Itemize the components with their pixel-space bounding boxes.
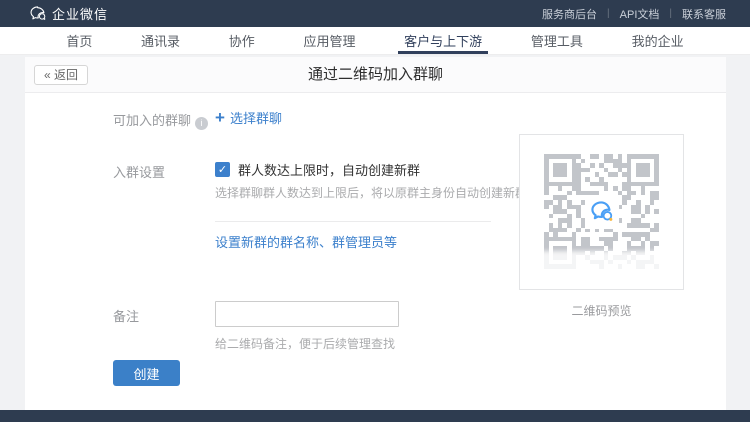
choose-group-label: 选择群聊	[230, 108, 282, 127]
qr-preview-box	[519, 134, 684, 290]
tab-contacts[interactable]: 通讯录	[139, 27, 182, 54]
page-title: 通过二维码加入群聊	[25, 57, 726, 93]
footer-bar	[0, 410, 750, 422]
new-group-settings-link[interactable]: 设置新群的群名称、群管理员等	[215, 232, 397, 251]
topbar-links: 服务商后台 | API文档 | 联系客服	[532, 6, 736, 22]
remark-input[interactable]	[215, 301, 399, 327]
provider-backend-link[interactable]: 服务商后台	[532, 6, 607, 22]
info-icon[interactable]: i	[195, 117, 208, 130]
joinable-group-label: 可加入的群聊i	[113, 110, 208, 130]
qr-center-logo	[585, 195, 619, 229]
tab-my-company[interactable]: 我的企业	[630, 27, 686, 54]
qr-blurred-text	[538, 251, 669, 275]
wechat-work-bubble-icon	[30, 6, 46, 21]
auto-create-group-option: ✓ 群人数达上限时，自动创建新群	[215, 160, 420, 179]
choose-group-link[interactable]: + 选择群聊	[215, 108, 282, 127]
main-nav: 首页 通讯录 协作 应用管理 客户与上下游 管理工具 我的企业	[0, 27, 750, 55]
content-area: « 返回 通过二维码加入群聊 可加入的群聊i + 选择群聊 入群设置 ✓ 群人数…	[0, 55, 750, 410]
app-title: 企业微信	[52, 4, 108, 23]
join-settings-helper: 选择群聊群人数达到上限后，将以原群主身份自动创建新群	[215, 184, 527, 201]
section-divider	[215, 221, 491, 222]
main-card: « 返回 通过二维码加入群聊 可加入的群聊i + 选择群聊 入群设置 ✓ 群人数…	[25, 57, 726, 410]
wechat-work-logo-icon	[587, 197, 617, 227]
tab-home[interactable]: 首页	[64, 27, 94, 54]
api-docs-link[interactable]: API文档	[610, 6, 670, 22]
contact-support-link[interactable]: 联系客服	[672, 6, 736, 22]
create-button[interactable]: 创建	[113, 360, 180, 386]
app-logo[interactable]: 企业微信	[30, 4, 108, 23]
tab-collaboration[interactable]: 协作	[227, 27, 257, 54]
plus-icon: +	[215, 109, 225, 126]
tab-customers[interactable]: 客户与上下游	[402, 27, 484, 54]
remark-helper: 给二维码备注，便于后续管理查找	[215, 335, 395, 352]
remark-label: 备注	[113, 306, 139, 325]
auto-create-checkbox[interactable]: ✓	[215, 162, 230, 177]
card-header: « 返回 通过二维码加入群聊	[25, 57, 726, 93]
top-bar: 企业微信 服务商后台 | API文档 | 联系客服	[0, 0, 750, 27]
join-settings-label: 入群设置	[113, 162, 165, 181]
tab-app-management[interactable]: 应用管理	[301, 27, 357, 54]
tab-admin-tools[interactable]: 管理工具	[529, 27, 585, 54]
check-icon: ✓	[218, 164, 227, 176]
auto-create-checkbox-label[interactable]: 群人数达上限时，自动创建新群	[238, 160, 420, 179]
qr-caption: 二维码预览	[519, 302, 684, 319]
card-body: 可加入的群聊i + 选择群聊 入群设置 ✓ 群人数达上限时，自动创建新群 选择群…	[25, 93, 726, 410]
